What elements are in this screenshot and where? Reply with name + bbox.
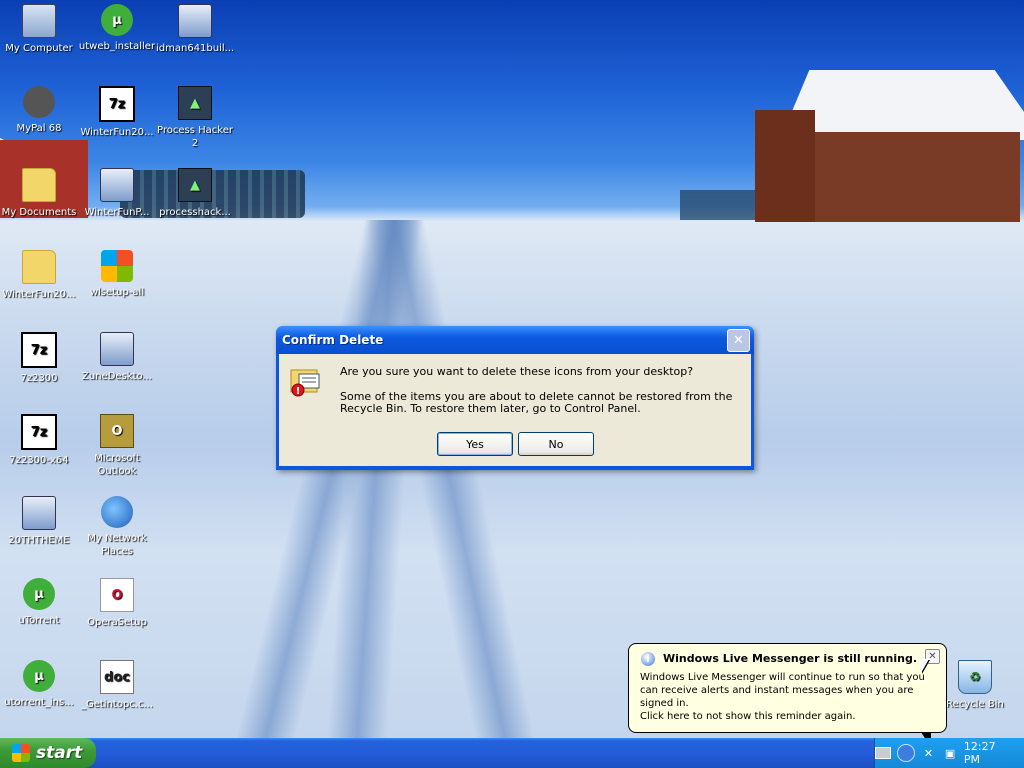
yes-button[interactable]: Yes <box>437 432 513 456</box>
svg-text:!: ! <box>296 386 301 397</box>
icon-label: Recycle Bin <box>946 699 1004 710</box>
dialog-body: ! Are you sure you want to delete these … <box>279 354 751 466</box>
desktop-icon-7z2300[interactable]: 7z 7z2300 <box>0 332 78 385</box>
balloon-text: Windows Live Messenger will continue to … <box>640 672 925 709</box>
document-icon: doc <box>100 660 134 694</box>
messenger-tray-icon[interactable]: ✕ <box>921 746 937 760</box>
icon-label: My Network Places <box>87 533 147 557</box>
barn-roof <box>780 70 1024 140</box>
icon-label: idman641buil... <box>156 43 235 54</box>
icon-label: uTorrent <box>18 615 60 626</box>
dialog-detail: Some of the items you are about to delet… <box>340 390 733 415</box>
desktop-icon-getintopc[interactable]: doc _Getintopc.c... <box>78 660 156 711</box>
desktop-icon-7z2300-x64[interactable]: 7z 7z2300-x64 <box>0 414 78 467</box>
keyboard-icon[interactable] <box>875 746 891 760</box>
desktop-icon-recycle-bin[interactable]: ♻ Recycle Bin <box>936 660 1014 711</box>
dialog-question: Are you sure you want to delete these ic… <box>340 365 694 378</box>
icon-label: 7z2300-x64 <box>9 455 69 466</box>
clock[interactable]: 12:27 PM <box>964 740 1014 766</box>
dialog-titlebar[interactable]: Confirm Delete ✕ <box>276 326 754 354</box>
desktop-icon-wlsetup[interactable]: wlsetup-all <box>78 250 156 299</box>
icon-label: Microsoft Outlook <box>94 453 140 477</box>
utorrent-web-icon: µ <box>101 4 133 36</box>
desktop-icon-opera-setup[interactable]: O OperaSetup <box>78 578 156 629</box>
desktop-icon-utorrent[interactable]: µ uTorrent <box>0 578 78 627</box>
desktop-icon-zune[interactable]: ZuneDeskto... <box>78 332 156 383</box>
icon-label: wlsetup-all <box>89 287 145 298</box>
balloon-dismiss-link[interactable]: Click here to not show this reminder aga… <box>640 711 856 722</box>
my-computer-icon <box>22 4 56 38</box>
folder-icon <box>22 250 56 284</box>
desktop-icon-winterfunp[interactable]: WinterFunP... <box>78 168 156 219</box>
icon-label: WinterFun20... <box>80 127 154 138</box>
icon-label: Process Hacker 2 <box>157 125 233 149</box>
desktop-icon-20ththeme[interactable]: 20THTHEME <box>0 496 78 547</box>
desktop-icon-outlook[interactable]: O Microsoft Outlook <box>78 414 156 478</box>
mouse-cursor-icon <box>921 659 929 673</box>
recycle-bin-icon: ♻ <box>958 660 992 694</box>
taskbar: start ✕ ▣ 12:27 PM <box>0 738 1024 768</box>
messenger-balloon[interactable]: i Windows Live Messenger is still runnin… <box>628 643 947 748</box>
desktop-icon-my-documents[interactable]: My Documents <box>0 168 78 219</box>
desktop-icon-mypal[interactable]: MyPal 68 <box>0 86 78 135</box>
desktop-icon-processhacker-setup[interactable]: ▲ processhack... <box>156 168 234 219</box>
7zip-icon: 7z <box>21 332 57 368</box>
icon-label: 20THTHEME <box>8 535 70 546</box>
7zip-icon: 7z <box>21 414 57 450</box>
icon-label: WinterFunP... <box>84 207 150 218</box>
barn-front <box>755 110 815 222</box>
icon-label: utweb_installer <box>78 41 156 52</box>
process-hacker-icon: ▲ <box>178 86 212 120</box>
windows-logo-icon <box>12 744 30 762</box>
info-icon: i <box>641 652 655 666</box>
tractor <box>680 190 760 220</box>
close-icon[interactable]: ✕ <box>727 328 750 352</box>
desktop-icon-idman[interactable]: idman641buil... <box>156 4 234 55</box>
desktop-icon-winterfun-7z[interactable]: 7z WinterFun20... <box>78 86 156 139</box>
delete-warning-icon: ! <box>290 369 320 397</box>
installer-icon <box>22 496 56 530</box>
icon-label: utorrent_ins... <box>4 697 74 708</box>
desktop-icon-utorrent-installer[interactable]: µ utorrent_ins... <box>0 660 78 709</box>
desktop-icon-winterfun-folder[interactable]: WinterFun20... <box>0 250 78 301</box>
installer-icon <box>178 4 212 38</box>
outlook-icon: O <box>100 414 134 448</box>
utorrent-installer-icon: µ <box>23 660 55 692</box>
balloon-title: Windows Live Messenger is still running. <box>663 652 917 665</box>
start-label: start <box>36 743 83 763</box>
icon-label: 7z2300 <box>20 373 58 384</box>
icon-label: processhack... <box>159 207 231 218</box>
network-places-icon <box>101 496 133 528</box>
installer-icon <box>100 168 134 202</box>
my-documents-icon <box>22 168 56 202</box>
opera-icon: O <box>100 578 134 612</box>
desktop-icon-my-computer[interactable]: My Computer <box>0 4 78 55</box>
icon-label: MyPal 68 <box>16 123 62 134</box>
desktop-icon-network-places[interactable]: My Network Places <box>78 496 156 558</box>
start-button[interactable]: start <box>0 738 96 768</box>
utorrent-icon: µ <box>23 578 55 610</box>
icon-label: My Documents <box>1 207 77 218</box>
installer-icon <box>100 332 134 366</box>
desktop-icon-process-hacker[interactable]: ▲ Process Hacker 2 <box>156 86 234 150</box>
desktop-icon-utweb-installer[interactable]: µ utweb_installer <box>78 4 156 53</box>
confirm-delete-dialog: Confirm Delete ✕ ! Are you sure you want… <box>276 326 754 470</box>
show-hidden-icons-icon[interactable] <box>897 744 915 762</box>
icon-label: My Computer <box>5 43 73 54</box>
dialog-title: Confirm Delete <box>282 333 384 347</box>
process-hacker-installer-icon: ▲ <box>178 168 212 202</box>
windows-setup-icon <box>101 250 133 282</box>
7zip-archive-icon: 7z <box>99 86 135 122</box>
system-tray: ✕ ▣ 12:27 PM <box>874 738 1024 768</box>
mypal-icon <box>23 86 55 118</box>
icon-label: OperaSetup <box>87 617 147 628</box>
network-tray-icon[interactable]: ▣ <box>942 746 958 760</box>
icon-label: WinterFun20... <box>2 289 76 300</box>
icon-label: _Getintopc.c... <box>80 699 154 710</box>
no-button[interactable]: No <box>518 432 594 456</box>
icon-label: ZuneDeskto... <box>82 371 152 382</box>
